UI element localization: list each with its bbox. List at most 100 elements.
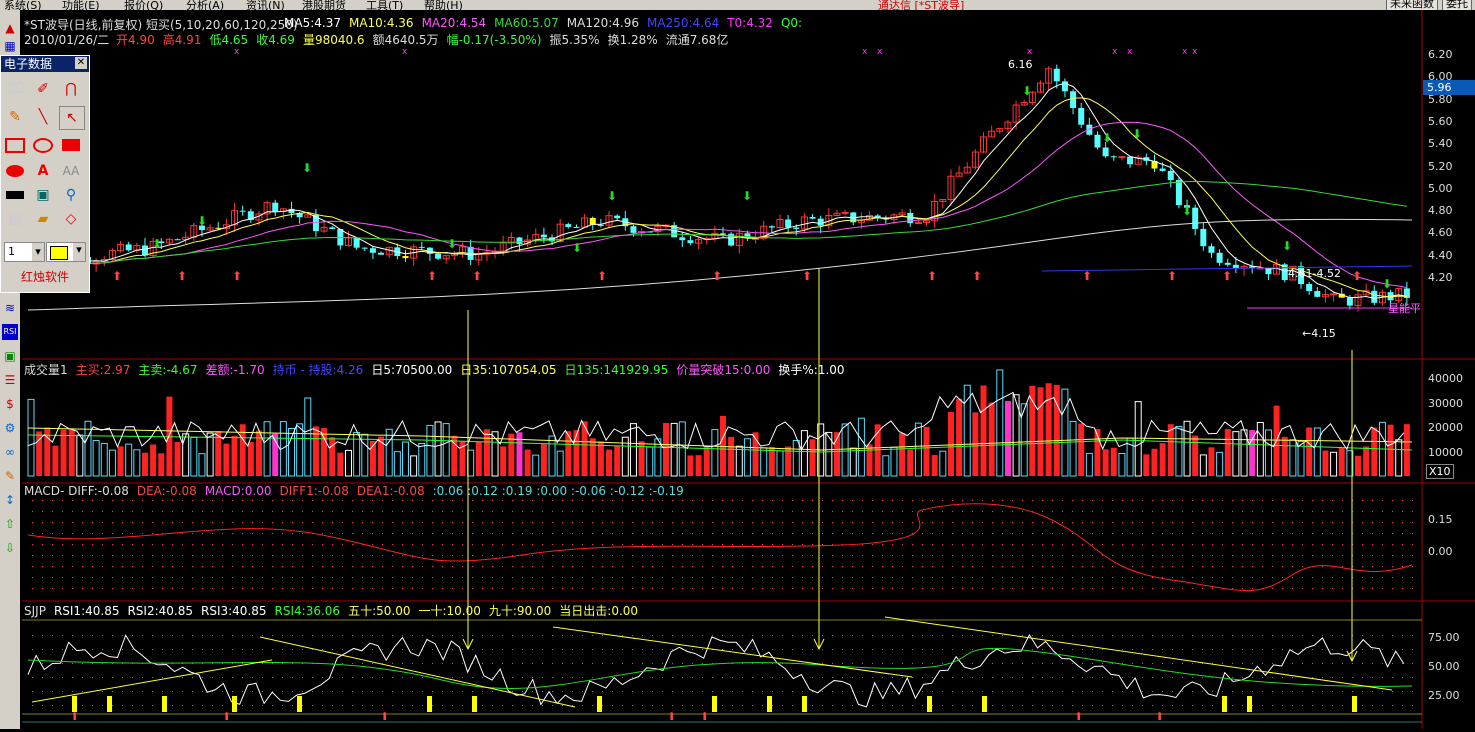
grid-dot bbox=[1122, 522, 1123, 523]
menu-function[interactable]: 功能(E) bbox=[62, 0, 100, 10]
volume-bar bbox=[60, 429, 67, 476]
chart-icon[interactable]: ≋ bbox=[2, 300, 18, 316]
ellipse-outline-icon[interactable] bbox=[31, 134, 55, 156]
grid-dot bbox=[1232, 635, 1233, 636]
grid-dot bbox=[552, 705, 553, 706]
grid-dot bbox=[322, 544, 323, 545]
grid-dot bbox=[632, 522, 633, 523]
grid-dot bbox=[342, 555, 343, 556]
down-green-icon[interactable]: ⇩ bbox=[2, 540, 18, 556]
chevron-down-icon[interactable]: ▾ bbox=[73, 243, 85, 261]
grid-dot bbox=[762, 705, 763, 706]
folder-icon[interactable]: ▰ bbox=[31, 208, 55, 230]
zoom-icon[interactable]: ⚲ bbox=[59, 184, 83, 206]
line-icon[interactable]: ╲ bbox=[31, 106, 55, 128]
settings-icon[interactable]: ⚙ bbox=[2, 420, 18, 436]
grid-dot bbox=[822, 649, 823, 650]
grid-dot bbox=[212, 522, 213, 523]
menu-help[interactable]: 帮助(H) bbox=[424, 0, 463, 10]
grid-dot bbox=[322, 635, 323, 636]
sjjp-label: RSI1:40.85 bbox=[53, 604, 120, 618]
volume-bar bbox=[589, 438, 596, 476]
font-icon[interactable]: AA bbox=[59, 160, 83, 182]
brush-icon[interactable]: ✐ bbox=[31, 78, 55, 100]
signal-bar bbox=[297, 696, 302, 712]
grid-dot bbox=[172, 544, 173, 545]
color-select[interactable]: ▾ bbox=[46, 242, 86, 262]
palette-title[interactable]: 电子数据 ✕ bbox=[1, 56, 89, 72]
chart-area[interactable]: ⬆ ⬆ ⬆ ⬆ ⬆ ⬆ ⬆ ⬆ ⬆ ⬆ ⬆ ⬆ ⬆ ⬆ ⬇ ⬇ ⬇ ⬇ ⬇ ⬇ ⬇ ⬇ ⬇ ⬇ ⬇ ⬇ ⬇ x x x x x x x x x ⬆ ⬆ ⬆… bbox=[22, 10, 1475, 732]
grid-dot bbox=[652, 705, 653, 706]
grid-dot bbox=[1372, 705, 1373, 706]
menu-quote[interactable]: 报价(Q) bbox=[124, 0, 163, 10]
close-icon[interactable]: ✕ bbox=[75, 57, 87, 69]
grid-dot bbox=[942, 533, 943, 534]
dollar-icon[interactable]: $ bbox=[2, 396, 18, 412]
grid-dot bbox=[1112, 533, 1113, 534]
text-icon[interactable]: A bbox=[31, 160, 55, 182]
grid-dot bbox=[762, 555, 763, 556]
menu-system[interactable]: 系统(S) bbox=[4, 0, 42, 10]
grid-dot bbox=[732, 677, 733, 678]
pencil-icon[interactable]: ✎ bbox=[2, 468, 18, 484]
volume-bar bbox=[1387, 424, 1394, 476]
grid-dot bbox=[72, 566, 73, 567]
menu-news[interactable]: 资讯(N) bbox=[246, 0, 285, 10]
grid-dot bbox=[1112, 544, 1113, 545]
list-icon[interactable]: ☰ bbox=[2, 372, 18, 388]
grid-dot bbox=[522, 577, 523, 578]
rect-filled-icon[interactable] bbox=[59, 134, 83, 156]
drawing-palette[interactable]: 电子数据 ✕ ⌫ ✐ ⋂ ✎ ╲ ↖ A AA ▣ ⚲ ▤ ▰ ◇ 1 ▾ ▾ 红… bbox=[0, 55, 90, 293]
grid-dot bbox=[1082, 544, 1083, 545]
up-green-icon[interactable]: ⇧ bbox=[2, 516, 18, 532]
grid-dot bbox=[422, 500, 423, 501]
pen-icon[interactable]: ✎ bbox=[3, 106, 27, 128]
arrow-up-icon[interactable]: ▲ bbox=[2, 20, 18, 36]
grid-dot bbox=[382, 705, 383, 706]
grid-dot bbox=[1292, 566, 1293, 567]
save-icon[interactable]: ▤ bbox=[3, 208, 27, 230]
grid-dot bbox=[652, 500, 653, 501]
rsi-icon[interactable]: RSI bbox=[2, 324, 18, 340]
order-button[interactable]: 委托 bbox=[1442, 0, 1472, 10]
menu-tools[interactable]: 工具(T) bbox=[366, 0, 403, 10]
ellipse-filled-icon[interactable] bbox=[3, 160, 27, 182]
grid-dot bbox=[272, 577, 273, 578]
rect-outline-icon[interactable] bbox=[3, 134, 27, 156]
expand-icon[interactable]: ↕ bbox=[2, 492, 18, 508]
grid-dot bbox=[452, 705, 453, 706]
grid-dot bbox=[1272, 663, 1273, 664]
diamond-icon[interactable]: ◇ bbox=[59, 208, 83, 230]
grid-dot bbox=[772, 533, 773, 534]
grid-dot bbox=[312, 691, 313, 692]
grid-dot bbox=[1092, 588, 1093, 589]
grid-dot bbox=[552, 555, 553, 556]
black-bar-icon[interactable] bbox=[3, 184, 27, 206]
link-icon[interactable]: ∞ bbox=[2, 444, 18, 460]
grid-dot bbox=[972, 649, 973, 650]
cursor-icon[interactable]: ↖ bbox=[59, 106, 85, 130]
eraser-icon[interactable]: ⌫ bbox=[3, 78, 27, 100]
menu-analysis[interactable]: 分析(A) bbox=[186, 0, 224, 10]
grid-dot bbox=[142, 635, 143, 636]
line-width-select[interactable]: 1 ▾ bbox=[4, 242, 45, 262]
grid-dot bbox=[632, 677, 633, 678]
screen-icon[interactable]: ▣ bbox=[31, 184, 55, 206]
grid-dot bbox=[292, 635, 293, 636]
grid-dot bbox=[1292, 677, 1293, 678]
grid-dot bbox=[1252, 705, 1253, 706]
grid-icon[interactable]: ▦ bbox=[2, 38, 18, 54]
grid-dot bbox=[472, 555, 473, 556]
menu-hk-futures[interactable]: 港股期货 bbox=[302, 0, 346, 10]
grid-dot bbox=[692, 555, 693, 556]
grid-dot bbox=[1302, 691, 1303, 692]
chevron-down-icon[interactable]: ▾ bbox=[32, 243, 44, 261]
future-function-button[interactable]: 未来函数 bbox=[1386, 0, 1438, 10]
grid-dot bbox=[1142, 588, 1143, 589]
grid-dot bbox=[1062, 511, 1063, 512]
grid-dot bbox=[192, 635, 193, 636]
magnet-icon[interactable]: ⋂ bbox=[59, 78, 83, 100]
grid-dot bbox=[152, 511, 153, 512]
grid-dot bbox=[1232, 522, 1233, 523]
window-icon[interactable]: ▣ bbox=[2, 348, 18, 364]
